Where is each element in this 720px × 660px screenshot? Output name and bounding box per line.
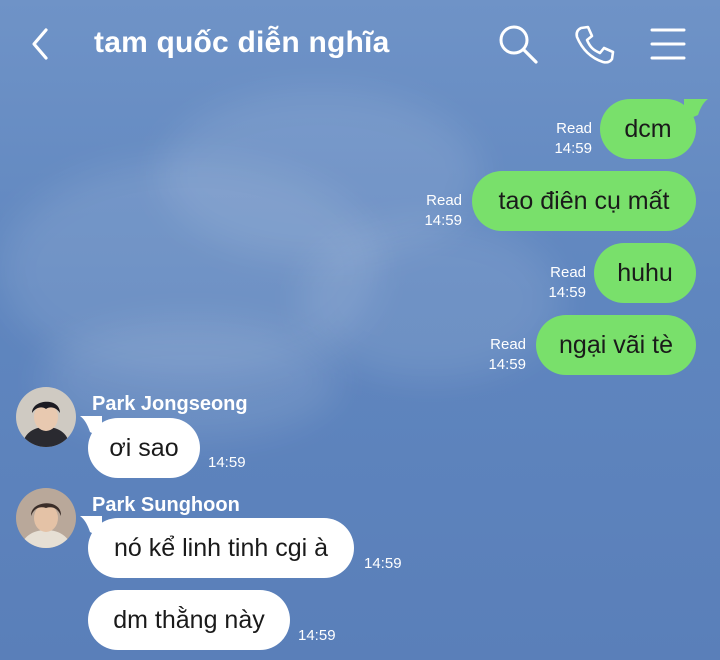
message-time: 14:59 [364, 555, 402, 572]
avatar[interactable] [16, 488, 76, 548]
sender-name: Park Sunghoon [92, 494, 240, 516]
message-text: dcm [624, 114, 672, 143]
background-cloud [160, 90, 480, 260]
phone-icon[interactable] [572, 22, 616, 66]
message-text: ơi sao [109, 433, 179, 462]
message-text: tao điên cụ mất [498, 186, 670, 215]
message-text: nó kể linh tinh cgi à [113, 533, 329, 562]
message-bubble[interactable]: dm thằng này [88, 590, 290, 650]
message-time: 14:59 [554, 140, 592, 157]
message-text: dm thằng này [113, 605, 265, 634]
message-time: 14:59 [298, 627, 336, 644]
message-bubble[interactable]: nó kể linh tinh cgi à [88, 518, 354, 578]
menu-icon[interactable] [646, 22, 690, 66]
sender-name: Park Jongseong [92, 393, 248, 415]
message-meta: Read 14:59 [410, 191, 462, 231]
message-bubble[interactable]: ơi sao [88, 418, 200, 478]
read-status: Read [550, 264, 586, 281]
read-status: Read [490, 336, 526, 353]
message-bubble[interactable]: huhu [594, 243, 696, 303]
message-text: huhu [617, 258, 673, 287]
message-meta: Read 14:59 [474, 335, 526, 375]
message-bubble[interactable]: dcm [600, 99, 696, 159]
bubble-tail [80, 416, 102, 438]
bubble-tail [684, 99, 708, 121]
message-time: 14:59 [488, 356, 526, 373]
background-cloud [0, 160, 380, 380]
bubble-tail [80, 516, 102, 538]
message-bubble[interactable]: ngại vãi tè [536, 315, 696, 375]
message-time: 14:59 [208, 454, 246, 471]
message-meta: Read 14:59 [534, 263, 586, 303]
message-bubble[interactable]: tao điên cụ mất [472, 171, 696, 231]
message-text: ngại vãi tè [559, 330, 673, 359]
search-icon[interactable] [496, 22, 540, 66]
message-time: 14:59 [548, 284, 586, 301]
message-time: 14:59 [424, 212, 462, 229]
read-status: Read [556, 120, 592, 137]
chat-title: tam quốc diễn nghĩa [94, 26, 390, 59]
message-meta: Read 14:59 [540, 119, 592, 159]
avatar[interactable] [16, 387, 76, 447]
chat-header: tam quốc diễn nghĩa [0, 0, 720, 90]
read-status: Read [426, 192, 462, 209]
back-chevron-icon[interactable] [22, 22, 62, 66]
